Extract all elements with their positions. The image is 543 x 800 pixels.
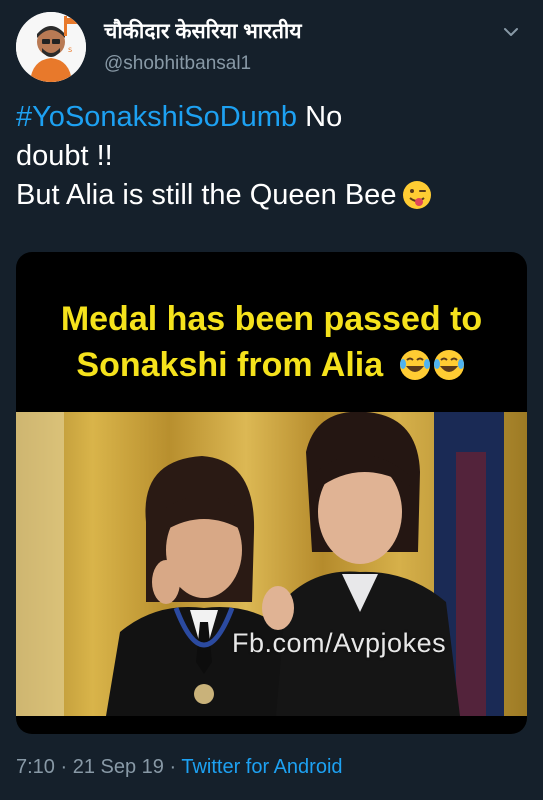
- svg-text:s: s: [68, 45, 72, 54]
- tweet-line-1: #YoSonakshiSoDumb No: [16, 98, 526, 137]
- winking-face-tongue-icon: [402, 180, 432, 221]
- tweet-line-3-text: But Alia is still the Queen Bee: [16, 179, 397, 211]
- tweet-date[interactable]: 21 Sep 19: [73, 756, 164, 778]
- chevron-down-icon[interactable]: [501, 22, 521, 42]
- tweet-time[interactable]: 7:10: [16, 756, 55, 778]
- tears-of-joy-icon: [399, 348, 467, 394]
- display-name[interactable]: चौकीदार केसरिया भारतीय: [104, 18, 302, 46]
- tweet-text-after-hashtag: No: [297, 101, 343, 133]
- tweet-line-3: But Alia is still the Queen Bee: [16, 176, 526, 221]
- meta-separator-2: ·: [163, 756, 182, 778]
- tweet-text: #YoSonakshiSoDumb No doubt !! But Alia i…: [16, 98, 526, 221]
- tweet-header: s चौकीदार केसरिया भारतीय @shobhitbansal1: [16, 12, 527, 84]
- user-names: चौकीदार केसरिया भारतीय @shobhitbansal1: [104, 18, 302, 78]
- meta-separator: ·: [54, 756, 73, 778]
- tweet-media-image[interactable]: Medal has been passed to Sonakshi from A…: [16, 252, 527, 734]
- tweet-meta: 7:10 · 21 Sep 19 · Twitter for Android: [16, 756, 343, 779]
- meme-caption-line-2-text: Sonakshi from Alia: [76, 346, 384, 384]
- tweet-source-link[interactable]: Twitter for Android: [181, 756, 342, 778]
- meme-caption: Medal has been passed to Sonakshi from A…: [16, 296, 527, 394]
- user-handle[interactable]: @shobhitbansal1: [104, 50, 302, 78]
- avatar[interactable]: s: [16, 12, 86, 82]
- meme-caption-line-1: Medal has been passed to: [60, 300, 483, 338]
- meme-photo: [16, 411, 527, 716]
- tweet-line-2: doubt !!: [16, 140, 113, 172]
- hashtag-link[interactable]: #YoSonakshiSoDumb: [16, 101, 297, 133]
- meme-caption-line-2: Sonakshi from Alia: [16, 342, 527, 394]
- watermark: Fb.com/Avpjokes: [232, 628, 447, 658]
